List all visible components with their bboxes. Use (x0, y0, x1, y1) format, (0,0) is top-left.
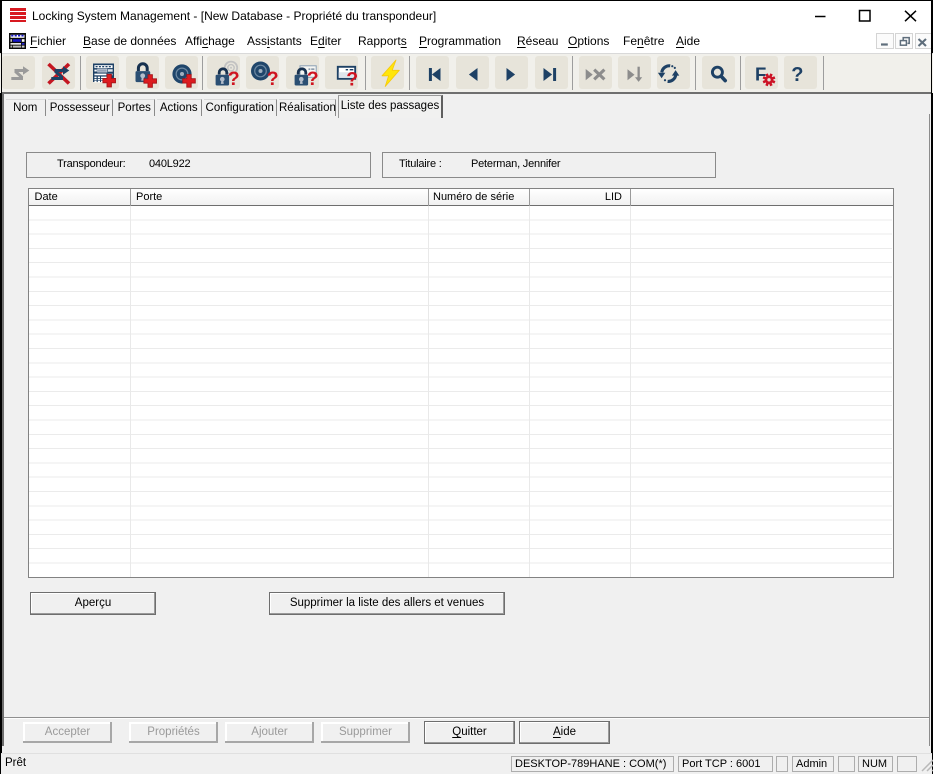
svg-text:?: ? (267, 68, 279, 90)
svg-text:?: ? (346, 68, 358, 89)
svg-text:?: ? (791, 64, 803, 86)
svg-text:?: ? (306, 68, 318, 90)
svg-text:?: ? (227, 68, 239, 90)
